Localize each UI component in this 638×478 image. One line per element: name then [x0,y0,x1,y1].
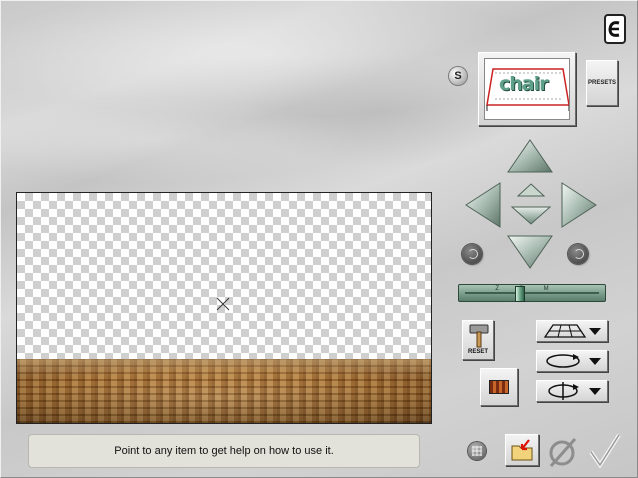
arrow-up-icon[interactable] [506,138,554,176]
import-icon [511,439,533,461]
chevron-down-icon [589,328,601,335]
texture-swatch-icon [489,380,509,394]
zoom-slider[interactable]: ZOM [458,284,606,302]
chevron-down-icon [589,388,601,395]
cancel-icon[interactable] [546,436,580,468]
e-logo-icon[interactable] [604,14,626,44]
presets-button[interactable]: PRESETS [586,60,618,106]
perspective-dropdown[interactable] [536,320,608,342]
reset-button[interactable]: RESET [462,320,494,360]
hammer-icon [469,324,489,348]
raise-icon[interactable] [516,182,546,198]
arrow-right-icon[interactable] [558,180,598,230]
preview-canvas[interactable] [16,192,432,424]
import-button[interactable] [505,434,539,466]
preset-thumbnail-button[interactable]: chair [478,52,576,126]
rotate-horizontal-icon [546,354,580,368]
rotate-right-icon[interactable] [568,244,588,264]
zoom-slider-track [465,292,599,294]
status-bar: Point to any item to get help on how to … [28,434,420,468]
chevron-down-icon [589,358,601,365]
rotate-vertical-dropdown[interactable] [536,380,608,402]
lower-icon[interactable] [510,204,552,226]
zoom-slider-thumb[interactable] [515,286,525,302]
thumbnail-chair-text: chair [499,73,548,95]
crosshair-icon [216,297,230,311]
presets-label: PRESETS [587,80,616,86]
arrow-down-icon[interactable] [506,232,554,270]
status-text: Point to any item to get help on how to … [114,445,334,457]
grid-icon[interactable] [468,442,486,460]
ok-icon[interactable] [588,432,622,468]
rotate-vertical-icon [548,382,579,400]
perspective-grid-icon [543,324,587,338]
s-button-label: S [454,70,462,82]
zoom-slider-ticks: ZOM [495,286,569,292]
transparent-background [17,193,431,359]
preset-thumbnail: chair [484,58,570,120]
arrow-left-icon[interactable] [464,180,504,230]
s-button[interactable]: S [449,67,467,85]
reset-label: RESET [467,349,488,355]
rotate-horizontal-dropdown[interactable] [536,350,608,372]
rotate-left-icon[interactable] [462,244,482,264]
wood-floor [17,359,431,423]
texture-button[interactable] [480,368,518,406]
